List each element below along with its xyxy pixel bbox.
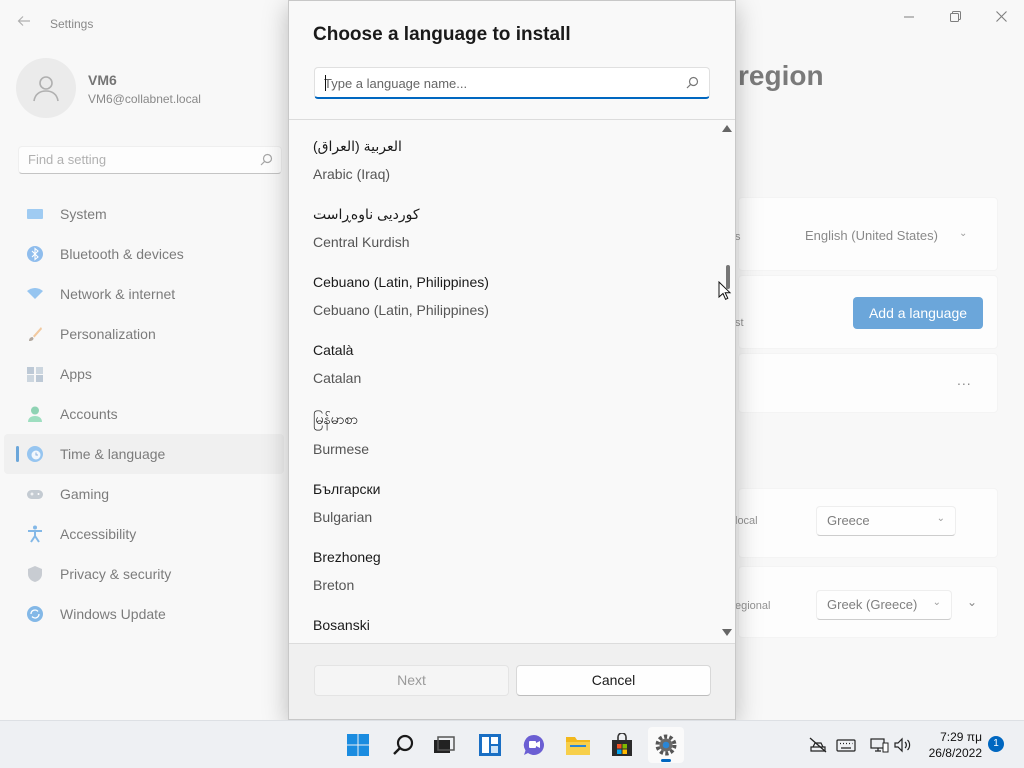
language-native-name: မြန်မာစာ	[313, 411, 358, 427]
language-native-name: Български	[313, 481, 381, 497]
network-icon[interactable]	[869, 736, 889, 754]
taskbar-search-button[interactable]	[385, 727, 421, 763]
file-explorer-button[interactable]	[560, 727, 596, 763]
language-list-item[interactable]: Bosanski	[289, 617, 719, 643]
language-search-box[interactable]	[314, 67, 710, 99]
language-native-name: Cebuano (Latin, Philippines)	[313, 274, 489, 290]
notification-badge[interactable]: 1	[988, 736, 1004, 752]
dialog-title: Choose a language to install	[313, 24, 571, 45]
language-native-name: Català	[313, 342, 354, 358]
keyboard-icon[interactable]	[836, 736, 856, 754]
network-disconnected-icon[interactable]	[808, 736, 828, 754]
task-view-icon	[434, 736, 455, 753]
language-english-name: Burmese	[313, 441, 370, 457]
settings-icon	[655, 734, 677, 756]
language-native-name: Brezhoneg	[313, 549, 381, 565]
language-english-name: Cebuano (Latin, Philippines)	[313, 302, 489, 318]
text-caret	[325, 75, 326, 91]
store-button[interactable]	[604, 727, 640, 763]
store-icon	[612, 733, 632, 756]
language-english-name: Central Kurdish	[313, 234, 410, 250]
scroll-down-arrow-icon[interactable]	[722, 629, 732, 636]
language-list-item[interactable]: Български Bulgarian	[289, 481, 719, 549]
language-list-item[interactable]: Cebuano (Latin, Philippines) Cebuano (La…	[289, 274, 719, 342]
start-button[interactable]	[340, 727, 376, 763]
language-english-name: Catalan	[313, 370, 362, 386]
task-view-button[interactable]	[426, 727, 462, 763]
taskbar-clock[interactable]: 7:29 πμ 26/8/2022	[920, 729, 982, 761]
mouse-pointer-icon	[718, 281, 732, 300]
language-english-name: Breton	[313, 577, 355, 593]
language-native-name: کوردیی ناوەڕاست	[313, 206, 420, 222]
language-list-item[interactable]: العربية (العراق) Arabic (Iraq)	[289, 138, 719, 206]
clock-time: 7:29 πμ	[940, 730, 982, 744]
language-search-input[interactable]	[324, 73, 684, 93]
search-icon	[686, 76, 699, 89]
language-native-name: العربية (العراق)	[313, 138, 402, 154]
volume-icon[interactable]	[893, 736, 913, 754]
language-english-name: Arabic (Iraq)	[313, 166, 391, 182]
search-icon	[393, 734, 414, 755]
language-list-item[interactable]: کوردیی ناوەڕاست Central Kurdish	[289, 206, 719, 274]
start-icon	[347, 734, 369, 756]
language-list-item[interactable]: Català Catalan	[289, 342, 719, 410]
widgets-icon	[479, 734, 501, 756]
chat-icon	[523, 734, 544, 755]
language-list-scrollbar[interactable]	[719, 120, 735, 643]
language-list-item[interactable]: မြန်မာစာ Burmese	[289, 410, 719, 482]
choose-language-dialog: Choose a language to install العربية (ال…	[288, 0, 736, 720]
language-native-name: Bosanski	[313, 617, 370, 633]
taskbar	[0, 720, 1024, 768]
next-button[interactable]: Next	[314, 665, 509, 696]
language-list-item[interactable]: Brezhoneg Breton	[289, 549, 719, 617]
settings-taskbar-button[interactable]	[648, 727, 684, 763]
file-explorer-icon	[566, 737, 590, 755]
cancel-button[interactable]: Cancel	[516, 665, 711, 696]
language-list: العربية (العراق) Arabic (Iraq) کوردیی نا…	[289, 120, 735, 643]
clock-date: 26/8/2022	[928, 746, 982, 760]
widgets-button[interactable]	[472, 727, 508, 763]
scroll-up-arrow-icon[interactable]	[722, 125, 732, 132]
dialog-footer: Next Cancel	[289, 643, 735, 719]
chat-button[interactable]	[516, 727, 552, 763]
language-english-name: Bulgarian	[313, 509, 373, 525]
